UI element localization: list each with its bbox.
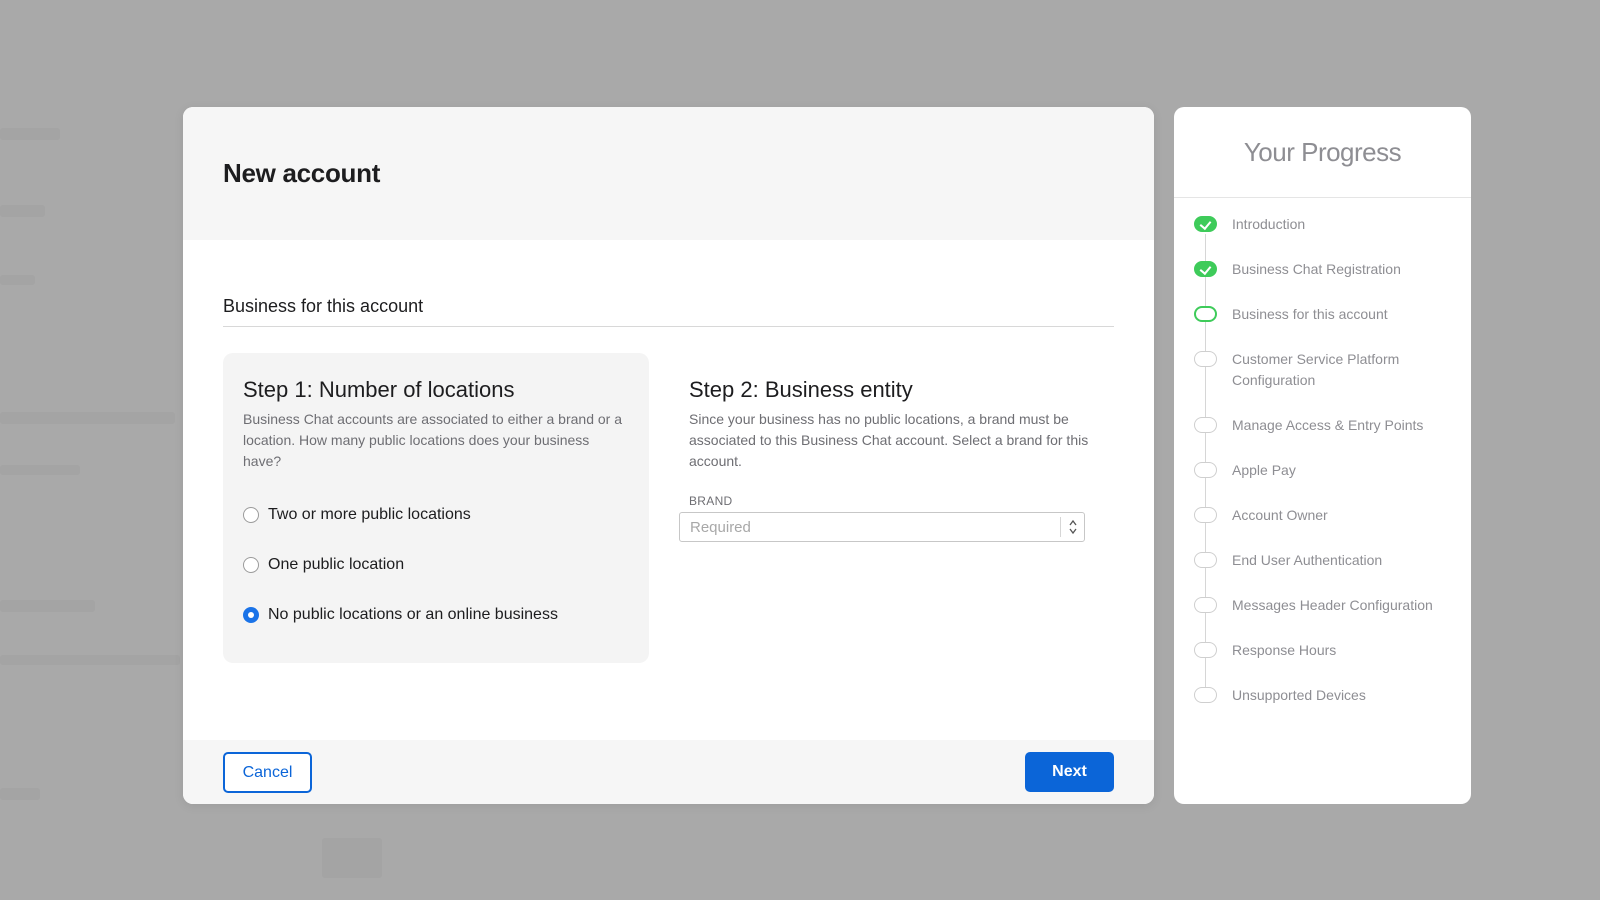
progress-item-csp-configuration: Customer Service Platform Configuration	[1174, 349, 1471, 415]
progress-item-end-user-auth: End User Authentication	[1174, 550, 1471, 595]
progress-label: Messages Header Configuration	[1232, 597, 1433, 613]
modal-footer: Cancel Next	[183, 740, 1154, 804]
radio-option-none-online[interactable]: No public locations or an online busines…	[243, 590, 629, 640]
next-button[interactable]: Next	[1025, 752, 1114, 792]
background-placeholder	[0, 465, 80, 475]
progress-item-business-for-account: Business for this account	[1174, 304, 1471, 349]
progress-label: Business Chat Registration	[1232, 261, 1401, 277]
current-step-icon	[1194, 306, 1217, 322]
step1-card: Step 1: Number of locations Business Cha…	[223, 353, 649, 663]
pending-step-icon	[1194, 507, 1217, 523]
cancel-button[interactable]: Cancel	[223, 752, 312, 793]
check-icon	[1194, 261, 1217, 277]
background-placeholder	[0, 655, 180, 665]
radio-button[interactable]	[243, 507, 259, 523]
brand-select[interactable]: Required	[679, 512, 1085, 542]
background-placeholder	[322, 838, 382, 878]
progress-item-manage-access: Manage Access & Entry Points	[1174, 415, 1471, 460]
pending-step-icon	[1194, 552, 1217, 568]
pending-step-icon	[1194, 687, 1217, 703]
pending-step-icon	[1194, 597, 1217, 613]
progress-item-messages-header: Messages Header Configuration	[1174, 595, 1471, 640]
background-placeholder	[0, 205, 45, 217]
radio-button-selected[interactable]	[243, 607, 259, 623]
brand-field-label: BRAND	[689, 494, 733, 508]
progress-item-apple-pay: Apple Pay	[1174, 460, 1471, 505]
background-placeholder	[0, 600, 95, 612]
progress-label: Response Hours	[1232, 642, 1337, 658]
progress-panel: Your Progress Introduction Business Chat…	[1174, 107, 1471, 804]
progress-label: Customer Service Platform Configuration	[1232, 351, 1400, 388]
progress-label: Business for this account	[1232, 306, 1388, 322]
background-placeholder	[0, 412, 175, 424]
radio-option-one[interactable]: One public location	[243, 540, 629, 590]
location-radio-group: Two or more public locations One public …	[243, 490, 629, 640]
check-icon	[1194, 216, 1217, 232]
progress-label: Apple Pay	[1232, 462, 1296, 478]
pending-step-icon	[1194, 462, 1217, 478]
radio-button[interactable]	[243, 557, 259, 573]
radio-label: One public location	[268, 556, 405, 573]
progress-item-business-chat-registration: Business Chat Registration	[1174, 259, 1471, 304]
progress-item-account-owner: Account Owner	[1174, 505, 1471, 550]
pending-step-icon	[1194, 417, 1217, 433]
background-placeholder	[0, 128, 60, 140]
new-account-modal: New account Business for this account St…	[183, 107, 1154, 804]
pending-step-icon	[1194, 642, 1217, 658]
progress-label: Account Owner	[1232, 507, 1328, 523]
modal-title: New account	[223, 158, 381, 188]
step2-description: Since your business has no public locati…	[689, 411, 1089, 469]
step1-title: Step 1: Number of locations	[243, 377, 515, 402]
progress-label: Unsupported Devices	[1232, 687, 1366, 703]
section-title: Business for this account	[223, 296, 1114, 327]
chevron-updown-icon	[1068, 519, 1077, 535]
progress-list: Introduction Business Chat Registration …	[1174, 198, 1471, 730]
progress-title: Your Progress	[1174, 107, 1471, 198]
progress-label: End User Authentication	[1232, 552, 1383, 568]
select-updown-icon[interactable]	[1060, 517, 1084, 537]
pending-step-icon	[1194, 351, 1217, 367]
background-placeholder	[0, 788, 40, 800]
radio-label: No public locations or an online busines…	[268, 606, 558, 623]
modal-body: Business for this account Step 1: Number…	[183, 240, 1154, 740]
progress-item-response-hours: Response Hours	[1174, 640, 1471, 685]
modal-header: New account	[183, 107, 1154, 240]
progress-item-introduction: Introduction	[1174, 214, 1471, 259]
background-placeholder	[0, 275, 35, 285]
radio-label: Two or more public locations	[268, 506, 471, 523]
step2-section: Step 2: Business entity Since your busin…	[679, 353, 1099, 542]
progress-item-unsupported-devices: Unsupported Devices	[1174, 685, 1471, 730]
progress-label: Introduction	[1232, 216, 1306, 232]
brand-select-placeholder: Required	[690, 518, 751, 536]
radio-option-two-or-more[interactable]: Two or more public locations	[243, 490, 629, 540]
step1-description: Business Chat accounts are associated to…	[243, 411, 622, 469]
progress-label: Manage Access & Entry Points	[1232, 417, 1424, 433]
step2-title: Step 2: Business entity	[689, 377, 913, 402]
